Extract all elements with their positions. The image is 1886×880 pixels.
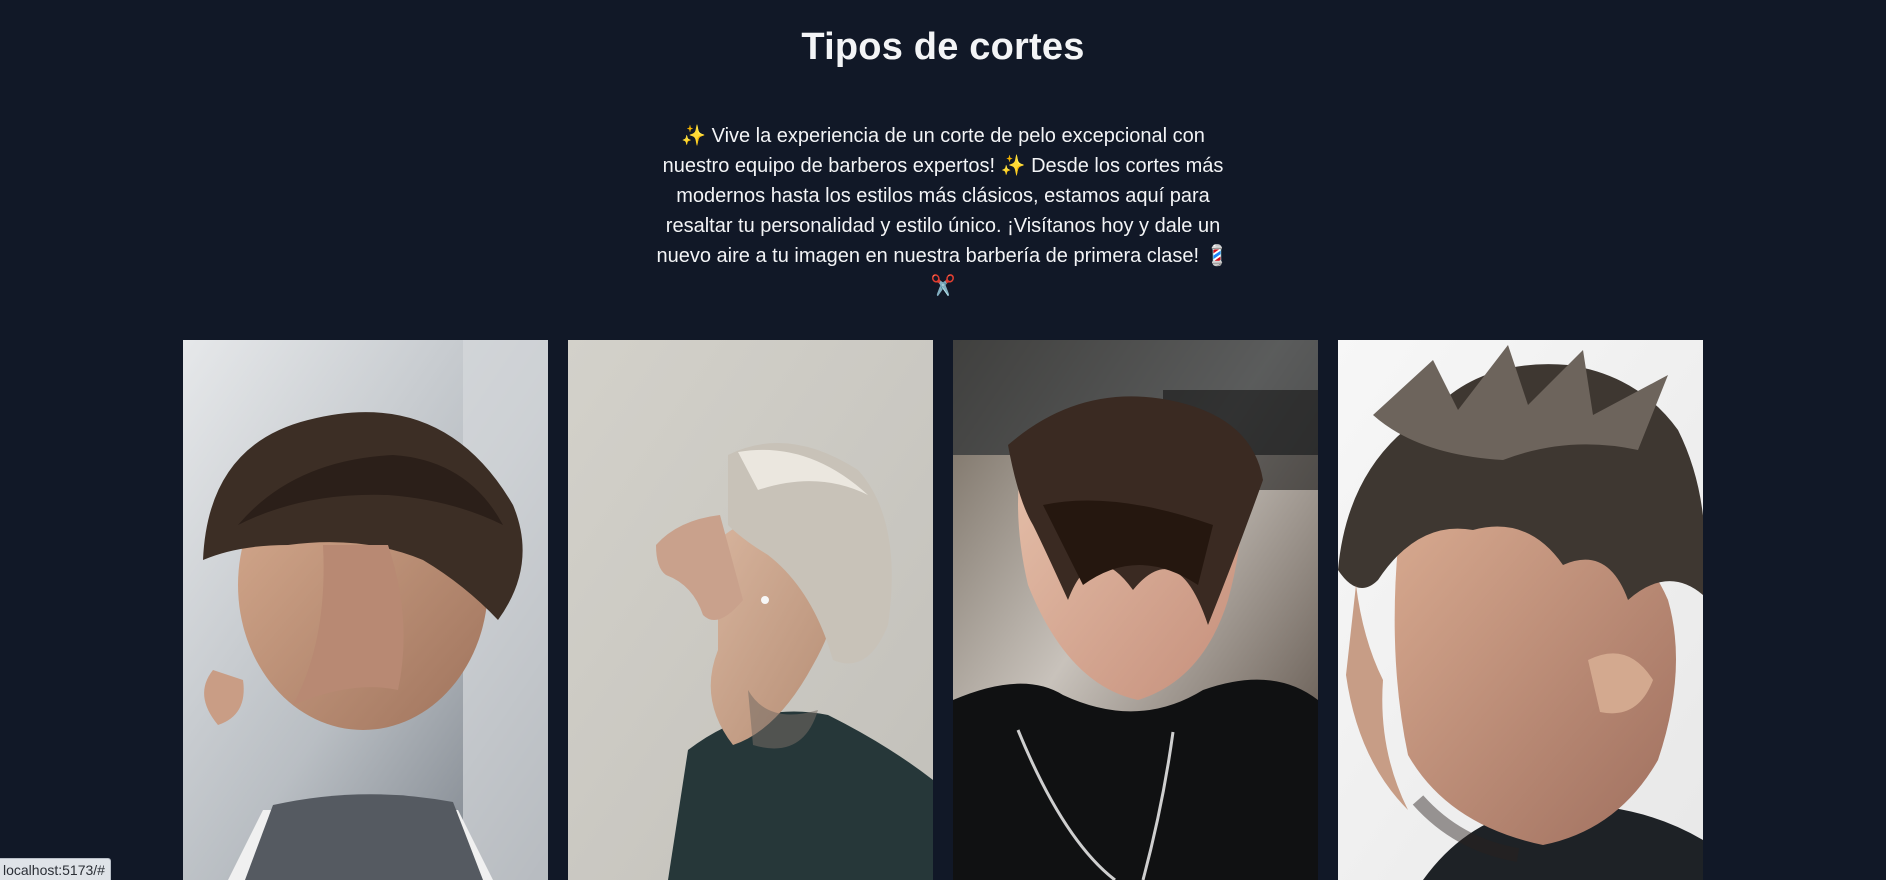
haircut-card-2[interactable]: [568, 340, 933, 880]
page: Tipos de cortes ✨ Vive la experiencia de…: [0, 0, 1886, 880]
haircut-photo-curly-fade: [183, 340, 548, 880]
haircut-gallery: [183, 340, 1703, 880]
browser-status-url: localhost:5173/#: [0, 858, 111, 880]
haircut-photo-textured-fringe: [1338, 340, 1703, 880]
haircut-card-1[interactable]: [183, 340, 548, 880]
intro-description: ✨ Vive la experiencia de un corte de pel…: [656, 125, 1230, 297]
page-title: Tipos de cortes: [801, 26, 1085, 68]
haircut-photo-french-crop: [953, 340, 1318, 880]
haircut-card-3[interactable]: [953, 340, 1318, 880]
haircut-photo-blond-side-profile: [568, 340, 933, 880]
haircut-card-4[interactable]: [1338, 340, 1703, 880]
